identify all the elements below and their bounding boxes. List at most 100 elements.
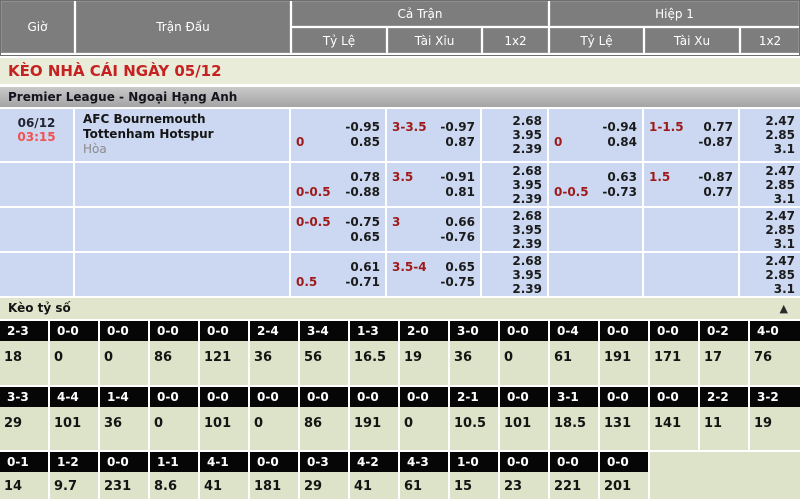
header-col-match: Trận Đấu bbox=[76, 1, 290, 53]
score-odds-value: 141 bbox=[650, 407, 698, 450]
header-col-time: Giờ bbox=[1, 1, 74, 53]
1x2-odds-value: 2.85 bbox=[765, 223, 795, 237]
handicap-label: 3-3.5 bbox=[392, 120, 427, 135]
score-cell: 2-110.5 bbox=[450, 387, 500, 450]
score-label: 0-0 bbox=[400, 387, 448, 407]
score-odds-value: 221 bbox=[550, 472, 598, 499]
odds-row: 0.780-0.5-0.883.5-0.910.812.683.952.390.… bbox=[0, 163, 800, 206]
score-odds-value: 18 bbox=[0, 341, 48, 385]
odds-value: 0.84 bbox=[607, 135, 637, 150]
1x2-odds-value: 2.85 bbox=[765, 128, 795, 142]
score-odds-value: 0 bbox=[50, 341, 98, 385]
score-cell: 0-023 bbox=[500, 452, 550, 499]
odds-value: 0.85 bbox=[350, 135, 380, 150]
score-odds-value: 121 bbox=[200, 341, 248, 385]
score-label: 0-0 bbox=[500, 452, 548, 472]
score-label: 0-0 bbox=[250, 387, 298, 407]
ft-over-under-cell: 3-3.5-0.970.87 bbox=[387, 109, 480, 161]
odds-value: 0.61 bbox=[350, 260, 380, 275]
score-odds-value: 101 bbox=[50, 407, 98, 450]
odds-value: 0.81 bbox=[445, 185, 475, 200]
score-odds-value: 171 bbox=[650, 341, 698, 385]
score-label: 2-4 bbox=[250, 321, 298, 341]
ft-over-under-cell: 30.66-0.76 bbox=[387, 208, 480, 251]
match-cell[interactable]: AFC BournemouthTottenham HotspurHòa bbox=[75, 109, 289, 161]
score-odds-value: 61 bbox=[550, 341, 598, 385]
collapse-arrow-icon[interactable]: ▲ bbox=[780, 298, 788, 319]
score-label: 0-2 bbox=[700, 321, 748, 341]
score-odds-value: 0 bbox=[500, 341, 548, 385]
fh-1x2-cell: 2.472.853.1 bbox=[740, 208, 800, 251]
score-cell: 0-00 bbox=[50, 321, 100, 385]
score-odds-value: 14 bbox=[0, 472, 48, 499]
score-cell: 1-18.6 bbox=[150, 452, 200, 499]
handicap-label: 3 bbox=[392, 215, 400, 230]
score-odds-value: 29 bbox=[300, 472, 348, 499]
fh-1x2-cell: 2.472.853.1 bbox=[740, 109, 800, 161]
odds-value: 0.63 bbox=[607, 170, 637, 185]
handicap-label: 0 bbox=[296, 135, 304, 150]
score-odds-value: 19 bbox=[400, 341, 448, 385]
header-sub-ft-odds: Tỷ Lệ bbox=[292, 28, 386, 53]
score-label: 0-0 bbox=[200, 321, 248, 341]
1x2-odds-value: 2.47 bbox=[765, 209, 795, 223]
score-label: 1-4 bbox=[100, 387, 148, 407]
score-odds-value: 86 bbox=[150, 341, 198, 385]
score-cell: 0-00 bbox=[250, 387, 300, 450]
score-odds-value: 61 bbox=[400, 472, 448, 499]
header-sub-ft-1x2: 1x2 bbox=[483, 28, 548, 53]
score-cell: 2-211 bbox=[700, 387, 750, 450]
handicap-label: 0.5 bbox=[296, 275, 317, 290]
fh-over-under-cell: 1.5-0.870.77 bbox=[644, 163, 738, 206]
match-cell bbox=[75, 253, 289, 296]
odds-value: 0.65 bbox=[445, 260, 475, 275]
score-label: 0-0 bbox=[600, 321, 648, 341]
header-group-first-half: Hiệp 1 bbox=[550, 1, 799, 26]
score-row: 2-3180-000-000-0860-01212-4363-4561-316.… bbox=[0, 321, 800, 387]
odds-value: -0.75 bbox=[440, 275, 475, 290]
fh-handicap-cell: -0.9400.84 bbox=[549, 109, 642, 161]
score-cell: 1-29.7 bbox=[50, 452, 100, 499]
score-cell: 2-019 bbox=[400, 321, 450, 385]
handicap-label: 0 bbox=[554, 135, 562, 150]
score-odds-value: 17 bbox=[700, 341, 748, 385]
odds-value: 0.77 bbox=[703, 185, 733, 200]
score-label: 0-0 bbox=[650, 321, 698, 341]
score-cell: 0-0131 bbox=[600, 387, 650, 450]
score-label: 0-0 bbox=[600, 452, 648, 472]
score-label: 0-0 bbox=[500, 387, 548, 407]
score-odds-value: 11 bbox=[700, 407, 748, 450]
score-odds-value: 36 bbox=[100, 407, 148, 450]
score-cell: 2-318 bbox=[0, 321, 50, 385]
home-team-name: AFC Bournemouth bbox=[83, 112, 281, 127]
score-label: 0-0 bbox=[600, 387, 648, 407]
odds-row: 06/1203:15AFC BournemouthTottenham Hotsp… bbox=[0, 109, 800, 161]
score-label: 4-0 bbox=[750, 321, 800, 341]
score-odds-value: 10.5 bbox=[450, 407, 498, 450]
1x2-odds-value: 2.47 bbox=[765, 114, 795, 128]
score-label: 0-0 bbox=[300, 387, 348, 407]
score-odds-value: 18.5 bbox=[550, 407, 598, 450]
page-title: KÈO NHÀ CÁI NGÀY 05/12 bbox=[0, 58, 800, 84]
score-odds-value: 56 bbox=[300, 341, 348, 385]
score-label: 4-4 bbox=[50, 387, 98, 407]
score-label: 0-0 bbox=[100, 452, 148, 472]
odds-value: -0.75 bbox=[345, 215, 380, 230]
score-label: 2-0 bbox=[400, 321, 448, 341]
fh-handicap-cell: 0.630-0.5-0.73 bbox=[549, 163, 642, 206]
odds-row: 0.610.5-0.713.5-40.65-0.752.683.952.392.… bbox=[0, 253, 800, 296]
score-odds-value: 19 bbox=[750, 407, 800, 450]
fh-over-under-cell bbox=[644, 253, 738, 296]
fh-over-under-cell: 1-1.50.77-0.87 bbox=[644, 109, 738, 161]
handicap-label: 3.5-4 bbox=[392, 260, 427, 275]
odds-value: 0.78 bbox=[350, 170, 380, 185]
score-cell: 0-0221 bbox=[550, 452, 600, 499]
score-label: 0-1 bbox=[0, 452, 48, 472]
handicap-label: 1.5 bbox=[649, 170, 670, 185]
score-cell: 0-329 bbox=[300, 452, 350, 499]
score-section-header[interactable]: Kèo tỷ số ▲ bbox=[0, 298, 800, 319]
ft-1x2-cell: 2.683.952.39 bbox=[482, 208, 547, 251]
score-cell: 0-086 bbox=[300, 387, 350, 450]
fh-over-under-cell bbox=[644, 208, 738, 251]
league-header[interactable]: Premier League - Ngoại Hạng Anh bbox=[0, 87, 800, 107]
